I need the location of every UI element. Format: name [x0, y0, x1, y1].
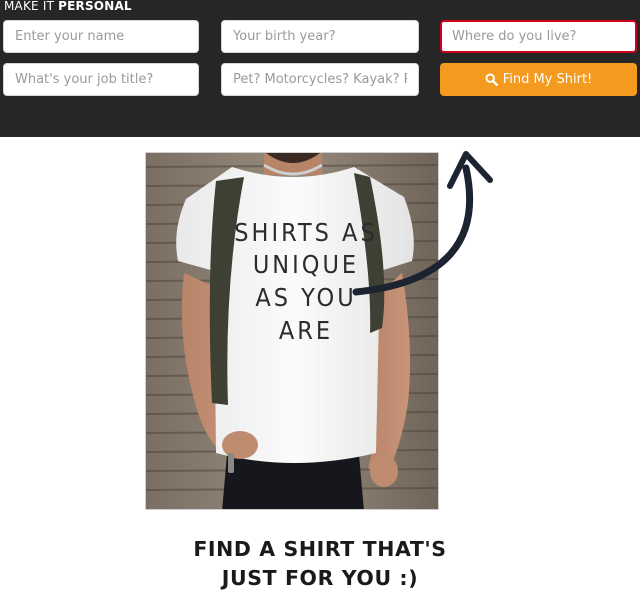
job-title-input[interactable] [3, 63, 199, 96]
personalize-panel: MAKE IT PERSONAL Find My Shirt! [0, 0, 640, 137]
panel-title: MAKE IT PERSONAL [4, 0, 132, 13]
location-input[interactable] [440, 20, 637, 53]
find-my-shirt-label: Find My Shirt! [502, 72, 593, 87]
shirt-text-line-2: UNIQUE [253, 250, 359, 279]
panel-title-light: MAKE IT [4, 0, 59, 13]
headline-line-2: JUST FOR YOU :) [221, 566, 419, 590]
headline-line-1: FIND A SHIRT THAT'S [193, 537, 447, 561]
shirt-text-line-4: ARE [279, 316, 333, 345]
hero-photo: SHIRTS AS UNIQUE AS YOU ARE [145, 152, 439, 510]
shirt-text-line-3: AS YOU [255, 283, 356, 312]
page-headline: FIND A SHIRT THAT'S JUST FOR YOU :) [0, 535, 640, 593]
find-my-shirt-button[interactable]: Find My Shirt! [440, 63, 637, 96]
interests-input[interactable] [221, 63, 419, 96]
search-icon [485, 73, 498, 86]
shirt-text-line-1: SHIRTS AS [234, 218, 377, 247]
birth-year-input[interactable] [221, 20, 419, 53]
name-input[interactable] [3, 20, 199, 53]
panel-title-bold: PERSONAL [58, 0, 132, 13]
